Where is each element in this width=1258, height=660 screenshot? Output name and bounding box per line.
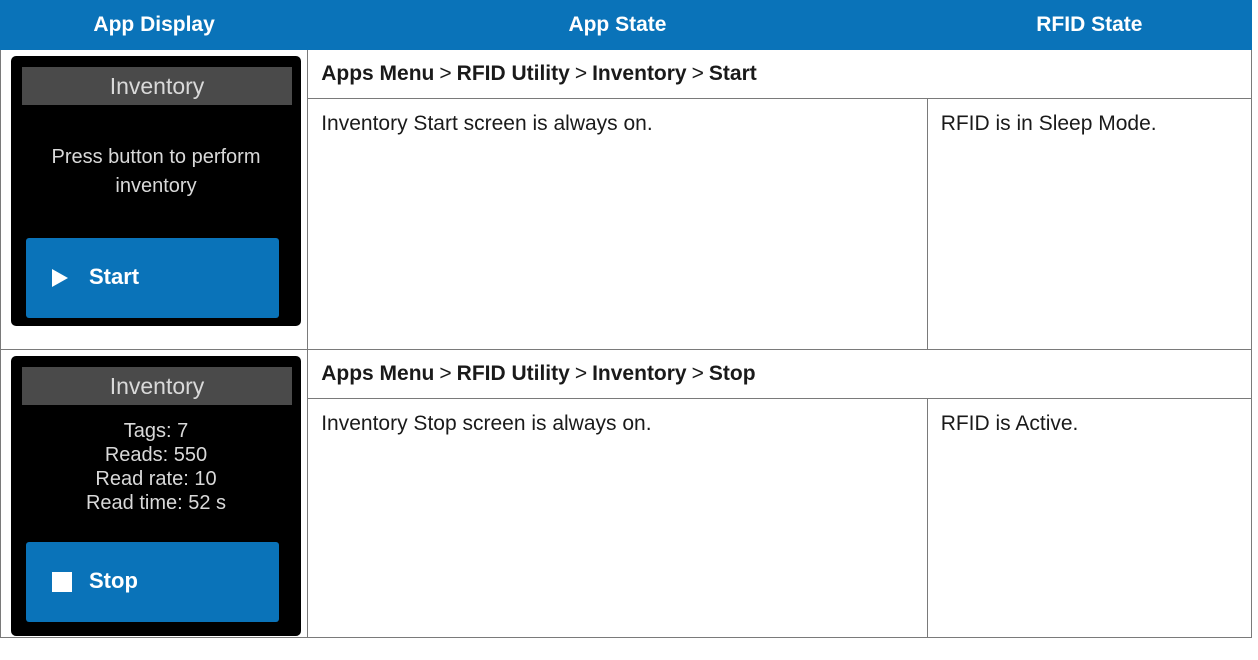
path-separator: > [574,62,588,85]
app-display-cell: Inventory Tags: 7 Reads: 550 Read rate: … [0,349,309,638]
start-button[interactable]: Start [26,238,279,318]
path-item: Inventory [592,362,687,385]
path-separator: > [691,362,704,385]
path-separator: > [691,62,704,85]
play-icon [52,269,68,287]
rfid-state-text: RFID is in Sleep Mode. [926,98,1253,350]
path-item: RFID Utility [456,362,570,385]
watch-message-line: inventory [115,175,197,197]
menu-path: Apps Menu > RFID Utility > Inventory > Start [307,49,1252,99]
header-rfid-state: RFID State [926,0,1253,50]
header-row: App Display App State RFID State [0,0,1253,50]
path-item: Stop [708,362,756,385]
stop-button-label: Stop [89,568,138,593]
path-separator: > [439,362,452,385]
rfid-state-text: RFID is Active. [926,398,1253,638]
header-app-display: App Display [0,0,309,50]
app-state-text: Inventory Stop screen is always on. [307,398,928,638]
stat-read-rate: Read rate: 10 [95,468,217,490]
stop-button[interactable]: Stop [26,542,279,622]
path-item: Apps Menu [321,362,435,385]
path-separator: > [439,62,452,85]
path-item: RFID Utility [456,62,570,85]
table-row: Inventory Tags: 7 Reads: 550 Read rate: … [0,349,1252,638]
header-app-state: App State [307,0,928,50]
path-item: Start [708,62,757,85]
stop-icon [52,572,72,592]
path-item: Apps Menu [321,62,435,85]
table-row: Inventory Press button to perform invent… [0,49,1252,350]
watch-screen-start: Inventory Press button to perform invent… [11,56,301,326]
path-separator: > [574,362,588,385]
stat-read-time: Read time: 52 s [85,492,227,514]
menu-path: Apps Menu > RFID Utility > Inventory > Stop [307,349,1252,399]
watch-screen-stop: Inventory Tags: 7 Reads: 550 Read rate: … [11,356,301,636]
app-display-cell: Inventory Press button to perform invent… [0,49,309,350]
watch-title: Inventory [22,67,292,105]
watch-message: Press button to perform inventory [11,143,301,201]
path-item: Inventory [592,62,687,85]
start-button-label: Start [89,264,140,289]
app-state-table: App Display App State RFID State Invento… [0,0,1253,638]
stat-tags: Tags: 7 [123,420,189,442]
app-state-text: Inventory Start screen is always on. [307,98,928,350]
watch-title: Inventory [22,367,292,405]
watch-message-line: Press button to perform [51,146,261,168]
stat-reads: Reads: 550 [104,444,208,466]
watch-stats: Tags: 7 Reads: 550 Read rate: 10 Read ti… [11,419,301,515]
